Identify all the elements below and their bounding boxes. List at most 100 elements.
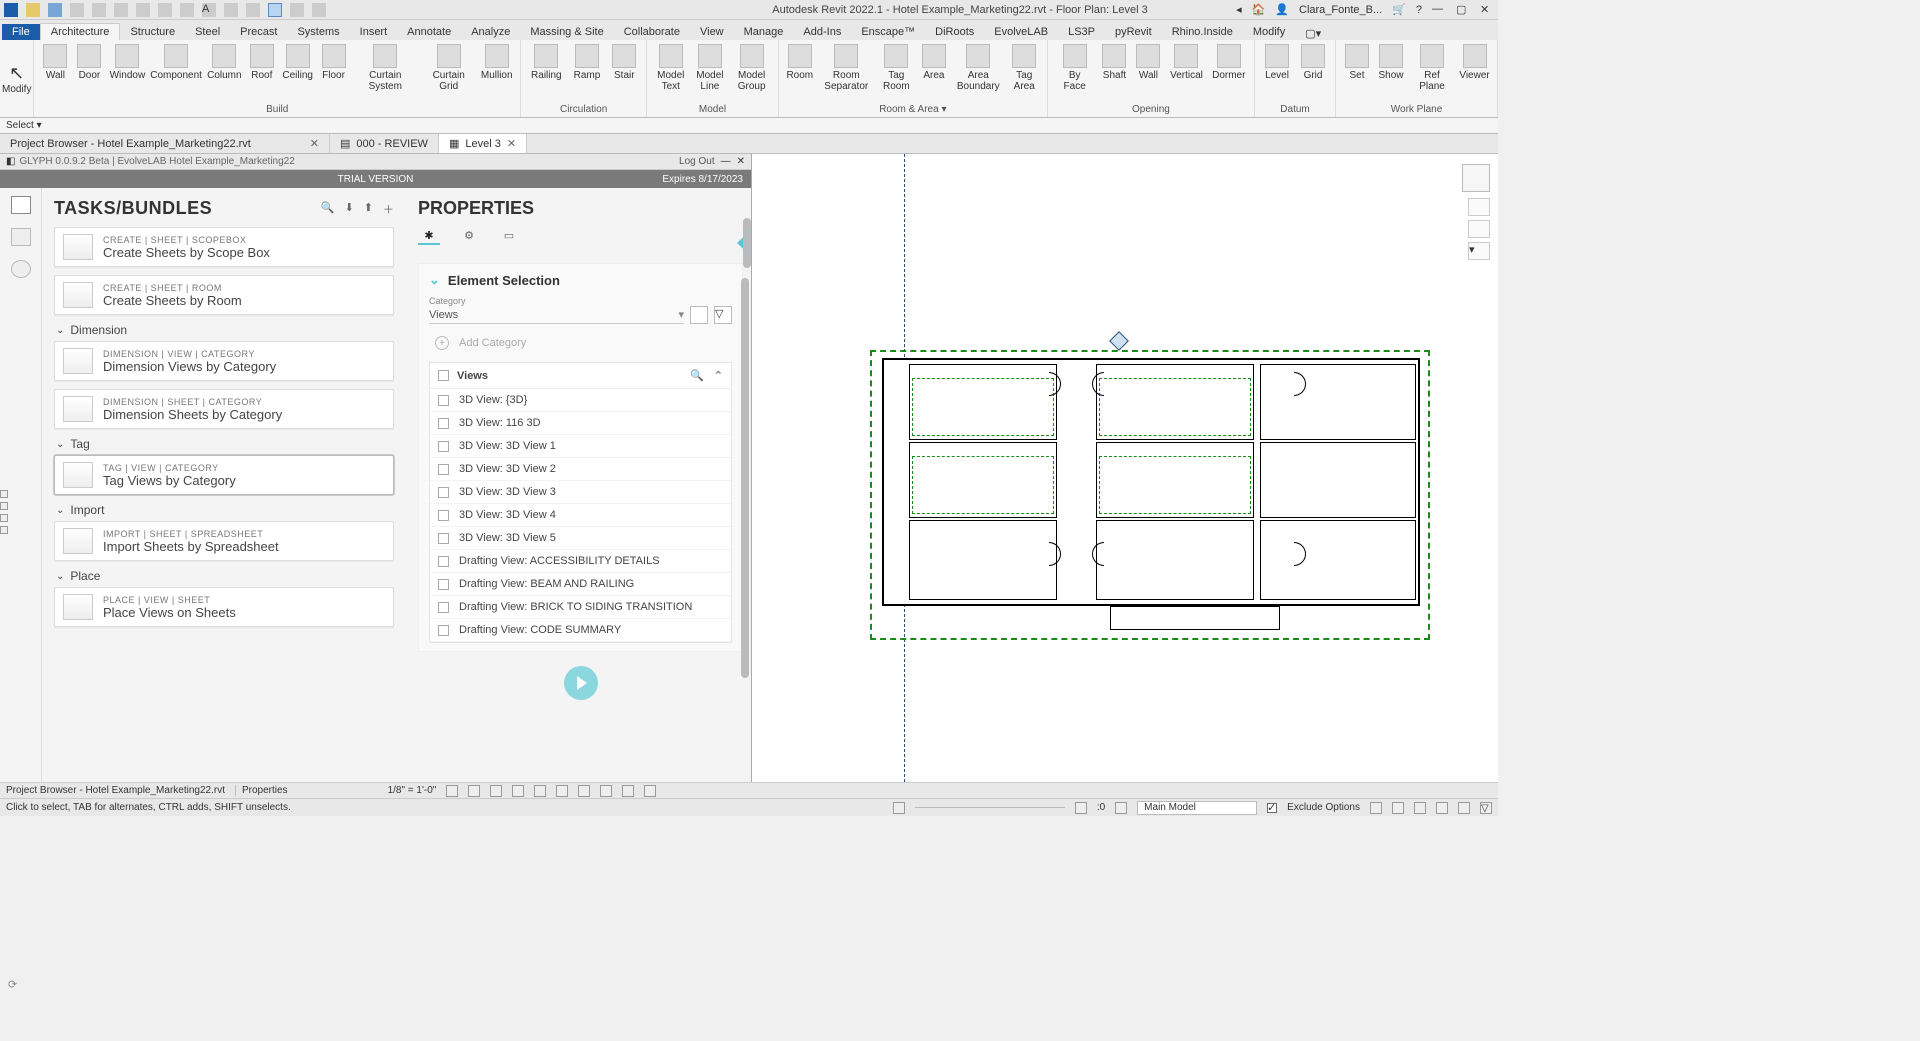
help-icon[interactable]: ? [1416,4,1422,16]
run-button[interactable] [564,666,598,700]
select-pinned-icon[interactable] [1414,802,1426,814]
file-tab[interactable]: File [2,24,40,40]
tab-analyze[interactable]: Analyze [461,24,520,40]
drag-elements-icon[interactable] [1458,802,1470,814]
stub-icon[interactable] [0,526,8,534]
select-dropdown[interactable]: Select ▾ [0,118,1498,134]
view-row[interactable]: Drafting View: BEAM AND RAILING [430,573,731,596]
view-row[interactable]: 3D View: 3D View 2 [430,458,731,481]
ribbon-roof[interactable]: Roof [245,42,279,102]
ribbon-shaft[interactable]: Shaft [1097,42,1131,102]
search-icon[interactable]: 🔍 [690,369,704,382]
undo-icon[interactable] [92,3,106,17]
doctab-level3[interactable]: ▦ Level 3 ✕ [439,134,527,153]
view-row[interactable]: 3D View: {3D} [430,389,731,412]
tab-pyrevit[interactable]: pyRevit [1105,24,1162,40]
task-section-header[interactable]: ⌄Place [56,569,394,583]
exclude-options-checkbox[interactable] [1267,803,1277,813]
tab-steel[interactable]: Steel [185,24,230,40]
stub-icon[interactable] [0,502,8,510]
open-icon[interactable] [26,3,40,17]
design-option-select[interactable]: Main Model [1137,801,1257,815]
select-all-checkbox[interactable] [438,370,449,381]
task-card[interactable]: IMPORT | SHEET | SPREADSHEETImport Sheet… [54,521,394,561]
editable-only-icon[interactable] [1075,802,1087,814]
detail-level-icon[interactable] [446,785,458,797]
reveal-icon[interactable] [622,785,634,797]
constraints-icon[interactable] [644,785,656,797]
tab-rhino-inside[interactable]: Rhino.Inside [1162,24,1243,40]
search-icon[interactable]: 🔍 [321,201,335,217]
stub-icon[interactable] [0,490,8,498]
room[interactable] [1260,442,1416,518]
close-inactive-icon[interactable] [290,3,304,17]
props-tab-preview[interactable]: ▭ [498,227,520,245]
ribbon-floor[interactable]: Floor [317,42,351,102]
ribbon-window[interactable]: Window [106,42,148,102]
ribbon-room[interactable]: Room [783,42,817,102]
crop-region-icon[interactable] [578,785,590,797]
nav-back-icon[interactable]: ◂ [1236,3,1242,16]
status-project-browser[interactable]: Project Browser - Hotel Example_Marketin… [6,785,225,796]
print-icon[interactable] [136,3,150,17]
elevation-marker-icon[interactable] [1109,331,1129,351]
task-card[interactable]: DIMENSION | VIEW | CATEGORYDimension Vie… [54,341,394,381]
text-icon[interactable]: A [202,3,216,17]
shadow-icon[interactable] [512,785,524,797]
room[interactable] [1260,520,1416,600]
panel-scrollbar[interactable] [741,278,749,678]
restore-button[interactable]: ▢ [1456,3,1470,17]
tab-addins[interactable]: Add-Ins [793,24,851,40]
task-section-header[interactable]: ⌄Import [56,503,394,517]
tab-massing-site[interactable]: Massing & Site [520,24,613,40]
thin-lines-icon[interactable] [268,3,282,17]
tab-modify[interactable]: Modify [1243,24,1295,40]
ribbon-model-line[interactable]: Model Line [690,42,729,102]
stub-icon[interactable] [0,514,8,522]
ribbon-stair[interactable]: Stair [606,42,642,102]
task-card[interactable]: PLACE | VIEW | SHEETPlace Views on Sheet… [54,587,394,627]
view-checkbox[interactable] [438,487,449,498]
ribbon-door[interactable]: Door [72,42,106,102]
tab-ls3p[interactable]: LS3P [1058,24,1105,40]
pick-in-model-icon[interactable] [690,306,708,324]
rendering-icon[interactable] [534,785,546,797]
add-icon[interactable]: ＋ [383,201,394,217]
upload-icon[interactable]: ⬆ [364,201,373,217]
modify-button[interactable]: ↖ Modify [0,40,34,117]
crop-icon[interactable] [556,785,568,797]
add-category-button[interactable]: + Add Category [429,336,732,350]
category-dropdown[interactable]: Views ▾ [429,306,684,324]
entry[interactable] [1110,606,1280,630]
status-properties[interactable]: Properties [235,785,288,796]
ribbon-room-separator[interactable]: Room Separator [817,42,876,102]
view-checkbox[interactable] [438,395,449,406]
view-checkbox[interactable] [438,418,449,429]
view-row[interactable]: Drafting View: ACCESSIBILITY DETAILS [430,550,731,573]
tab-architecture[interactable]: Architecture [40,23,121,40]
ribbon-dormer[interactable]: Dormer [1208,42,1251,102]
save-icon[interactable] [48,3,62,17]
cart-icon[interactable]: 🛒 [1392,3,1406,16]
tab-view[interactable]: View [690,24,734,40]
ribbon-tag-room[interactable]: Tag Room [876,42,917,102]
view-checkbox[interactable] [438,464,449,475]
ribbon-ref-plane[interactable]: Ref Plane [1408,42,1456,102]
select-links-icon[interactable] [1370,802,1382,814]
doctab-project-browser[interactable]: Project Browser - Hotel Example_Marketin… [0,134,330,153]
ribbon-railing[interactable]: Railing [525,42,568,102]
task-card[interactable]: CREATE | SHEET | ROOMCreate Sheets by Ro… [54,275,394,315]
view-row[interactable]: 3D View: 3D View 3 [430,481,731,504]
ribbon-set[interactable]: Set [1340,42,1374,102]
view-row[interactable]: Drafting View: CODE SUMMARY [430,619,731,642]
ribbon-wall[interactable]: Wall [1131,42,1165,102]
tab-manage[interactable]: Manage [734,24,794,40]
view-checkbox[interactable] [438,625,449,636]
ribbon-area[interactable]: Area [917,42,951,102]
room[interactable] [1260,364,1416,440]
switch-windows-icon[interactable] [312,3,326,17]
visual-style-icon[interactable] [468,785,480,797]
tab-structure[interactable]: Structure [120,24,185,40]
view-checkbox[interactable] [438,602,449,613]
3d-icon[interactable] [224,3,238,17]
